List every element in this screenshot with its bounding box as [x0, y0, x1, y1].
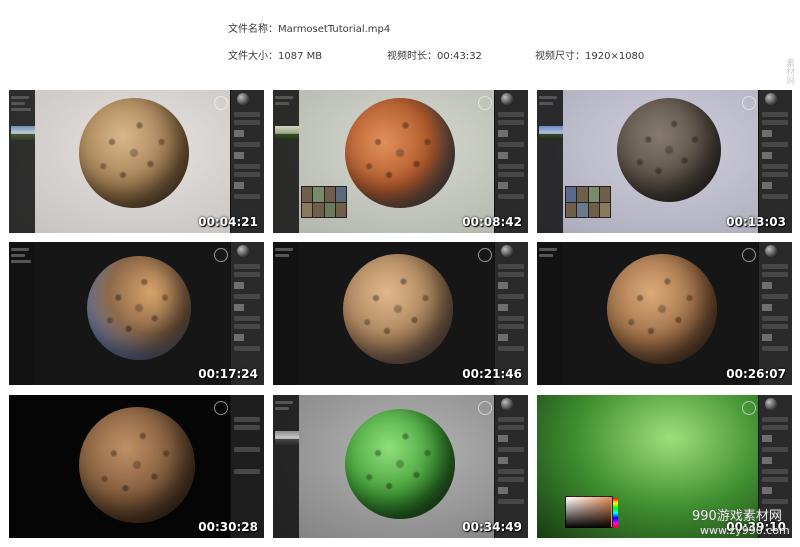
filename-line: 文件名称：MarmosetTutorial.mp4: [228, 20, 390, 35]
sky-preview: [539, 126, 563, 140]
filesize-value: 1087 MB: [278, 51, 323, 62]
marmoset-logo-icon: [478, 401, 492, 415]
timestamp: 00:08:42: [462, 215, 522, 229]
filename-label: 文件名称：: [228, 24, 278, 35]
filesize-label: 文件大小：: [228, 51, 278, 62]
resolution-label: 视频尺寸：: [535, 51, 585, 62]
environment-picker: [301, 186, 347, 218]
thumbnail-8[interactable]: 00:34:49: [273, 395, 528, 538]
viewport: [537, 242, 759, 385]
marmoset-logo-icon: [214, 401, 228, 415]
settings-sidebar: [494, 395, 528, 538]
timestamp: 00:26:07: [726, 367, 786, 381]
timestamp: 00:13:03: [726, 215, 786, 229]
watermark-url: www.zy990.com: [700, 524, 790, 537]
thumbnail-6[interactable]: 00:26:07: [537, 242, 792, 385]
duration-value: 00:43:32: [437, 51, 482, 62]
marmoset-logo-icon: [742, 96, 756, 110]
scene-panel: [9, 90, 35, 233]
thumbnail-1[interactable]: 00:04:21: [9, 90, 264, 233]
sky-preview: [11, 126, 35, 140]
timestamp: 00:34:49: [462, 520, 522, 534]
hue-slider: [613, 498, 618, 528]
settings-sidebar: [230, 395, 264, 538]
scene-panel: [273, 242, 299, 385]
settings-sidebar: [230, 90, 264, 233]
filename-value: MarmosetTutorial.mp4: [278, 24, 391, 35]
viewport: [537, 90, 759, 233]
material-sphere: [607, 254, 717, 364]
marmoset-logo-icon: [742, 248, 756, 262]
viewport: [273, 242, 495, 385]
scene-panel: [273, 90, 299, 233]
thumbnail-3[interactable]: 00:13:03: [537, 90, 792, 233]
material-sphere: [345, 409, 455, 519]
scene-panel: [537, 90, 563, 233]
timestamp: 00:21:46: [462, 367, 522, 381]
settings-sidebar: [494, 242, 528, 385]
material-sphere: [345, 98, 455, 208]
resolution-value: 1920×1080: [585, 51, 645, 62]
viewport: [9, 395, 231, 538]
settings-sidebar: [230, 242, 264, 385]
scene-panel: [537, 242, 563, 385]
duration-line: 视频时长：00:43:32: [387, 47, 482, 62]
sky-preview: [275, 126, 299, 140]
resolution-line: 视频尺寸：1920×1080: [535, 47, 644, 62]
timestamp: 00:30:28: [198, 520, 258, 534]
timestamp: 00:04:21: [198, 215, 258, 229]
viewport: [273, 395, 495, 538]
scene-panel: [273, 395, 299, 538]
marmoset-logo-icon: [478, 248, 492, 262]
thumbnail-7[interactable]: 00:30:28: [9, 395, 264, 538]
sky-preview: [275, 431, 299, 445]
material-sphere: [617, 98, 721, 202]
thumbnail-2[interactable]: 00:08:42: [273, 90, 528, 233]
material-sphere: [79, 407, 195, 523]
video-info-header: 文件名称：MarmosetTutorial.mp4 文件大小：1087 MB 视…: [228, 0, 788, 80]
filesize-line: 文件大小：1087 MB: [228, 47, 322, 62]
viewport: [9, 90, 231, 233]
material-sphere: [87, 256, 191, 360]
settings-sidebar: [758, 242, 792, 385]
viewport: [9, 242, 231, 385]
environment-picker: [565, 186, 611, 218]
duration-label: 视频时长：: [387, 51, 437, 62]
settings-sidebar: [494, 90, 528, 233]
marmoset-logo-icon: [214, 96, 228, 110]
watermark-site-name: 990游戏素材网: [692, 509, 782, 524]
marmoset-logo-icon: [478, 96, 492, 110]
scene-panel: [9, 242, 35, 385]
timestamp: 00:17:24: [198, 367, 258, 381]
thumbnail-4[interactable]: 00:17:24: [9, 242, 264, 385]
marmoset-logo-icon: [742, 401, 756, 415]
marmoset-logo-icon: [214, 248, 228, 262]
thumbnail-grid: 00:04:21 00:08:42 00:13:03 00:17:24 00:2…: [9, 90, 792, 539]
viewport: [273, 90, 495, 233]
material-sphere: [79, 98, 189, 208]
settings-sidebar: [758, 90, 792, 233]
thumbnail-5[interactable]: 00:21:46: [273, 242, 528, 385]
material-sphere: [343, 254, 453, 364]
